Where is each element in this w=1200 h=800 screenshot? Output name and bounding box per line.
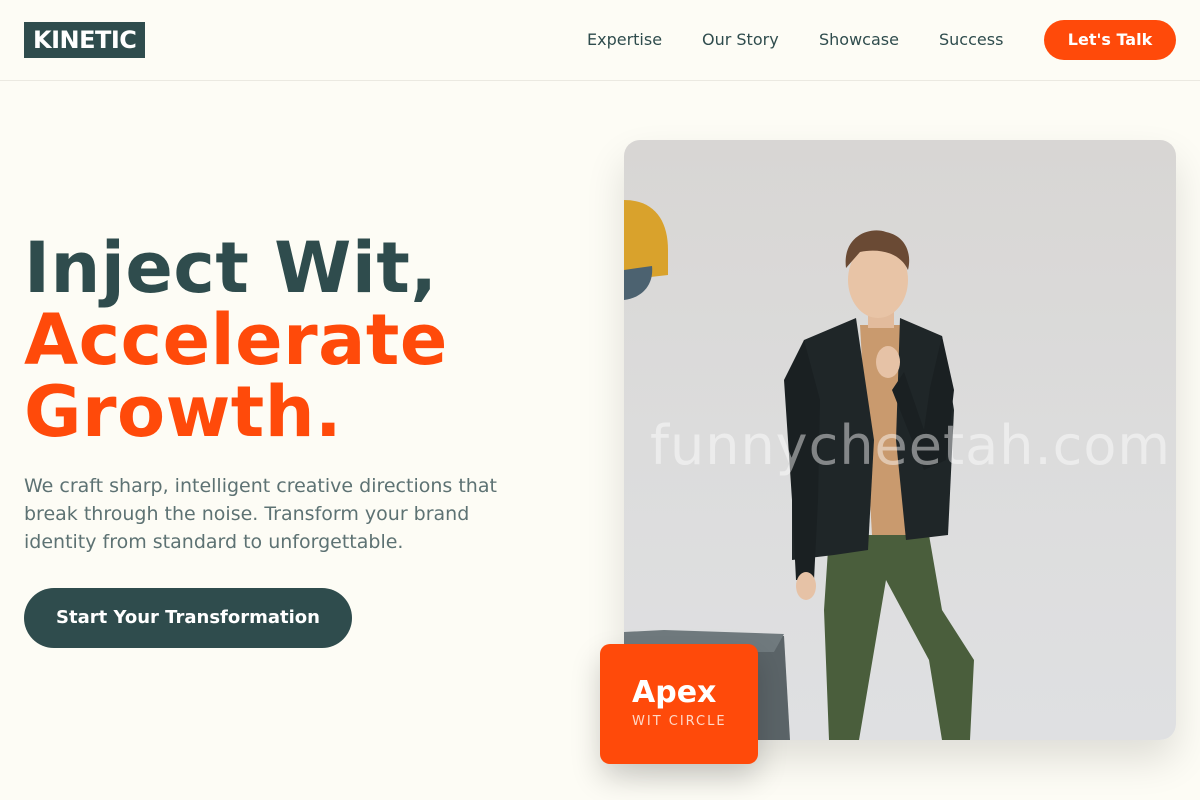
hero-title: Inject Wit, Accelerate Growth. — [24, 232, 584, 448]
hero-title-line1: Inject Wit, — [24, 227, 438, 309]
hero-title-line2: Accelerate — [24, 299, 448, 381]
nav-link-showcase[interactable]: Showcase — [819, 28, 899, 52]
hero-title-line3: Growth. — [24, 371, 343, 453]
nav-link-expertise[interactable]: Expertise — [587, 28, 662, 52]
apex-badge: Apex WIT CIRCLE — [600, 644, 758, 764]
badge-title: Apex — [632, 675, 717, 710]
badge-subtitle: WIT CIRCLE — [632, 714, 727, 729]
lets-talk-button[interactable]: Let's Talk — [1044, 20, 1176, 60]
brand-logo[interactable]: KINETIC — [24, 22, 146, 58]
photo-watermark: funnycheetah.com — [650, 414, 1171, 477]
start-transformation-button[interactable]: Start Your Transformation — [24, 588, 352, 648]
hero-subtitle: We craft sharp, intelligent creative dir… — [24, 475, 497, 553]
site-header: KINETIC Expertise Our Story Showcase Suc… — [0, 0, 1200, 81]
nav-link-our-story[interactable]: Our Story — [702, 28, 779, 52]
nav-link-success[interactable]: Success — [939, 28, 1003, 52]
